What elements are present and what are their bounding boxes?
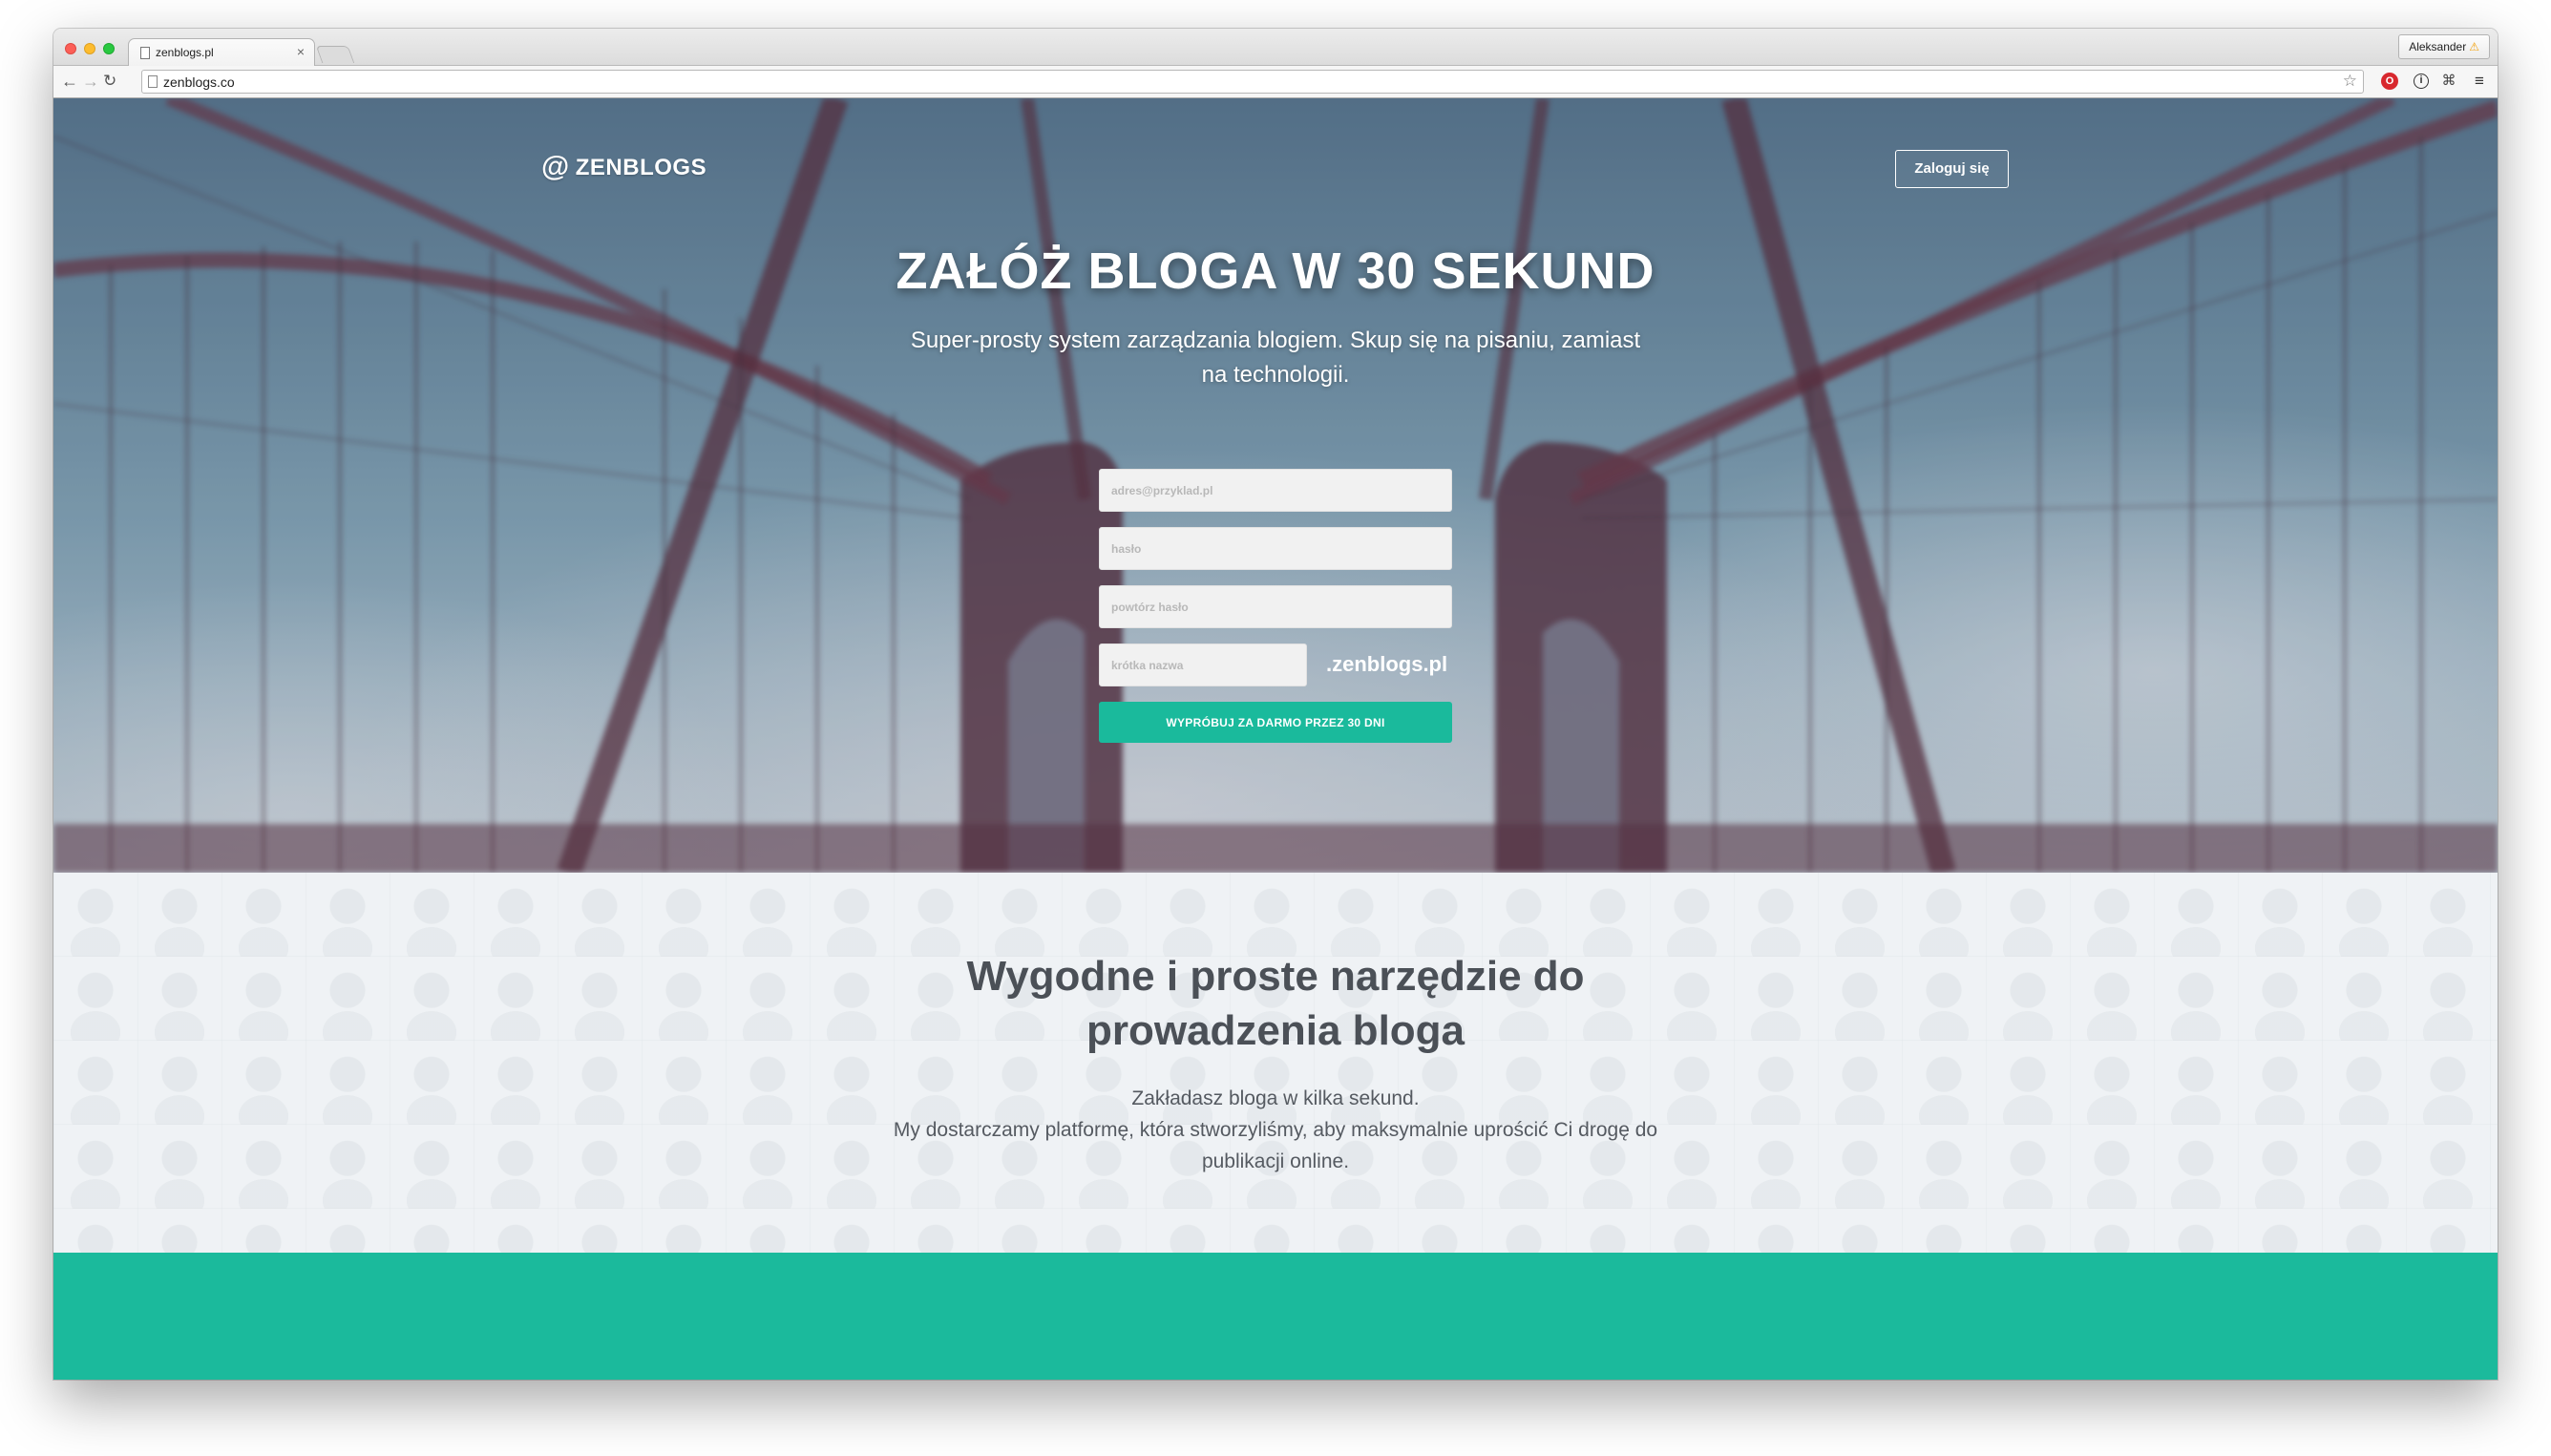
features-description: Zakładasz bloga w kilka sekund. My dosta… (865, 1083, 1686, 1177)
background-wash (53, 873, 2498, 1253)
warning-icon: ⚠ (2469, 40, 2479, 53)
repeat-password-input[interactable] (1099, 585, 1452, 628)
features-line-2: My dostarczamy platformę, która stworzyl… (893, 1119, 1658, 1172)
address-bar[interactable]: zenblogs.co ☆ (141, 70, 2364, 94)
info-extension-icon[interactable]: i (2414, 74, 2429, 89)
back-arrow-icon[interactable]: ← (61, 72, 78, 91)
evernote-extension-icon[interactable]: ⌘ (2440, 73, 2457, 90)
site-logo[interactable]: @ ZENBLOGS (541, 150, 706, 182)
minimize-window-button[interactable] (84, 43, 95, 54)
page-icon (148, 75, 158, 88)
tab-bar: zenblogs.pl × Aleksander ⚠ (53, 29, 2498, 67)
tab-close-icon[interactable]: × (297, 44, 305, 59)
browser-tab[interactable]: zenblogs.pl × (128, 38, 315, 67)
profile-button[interactable]: Aleksander ⚠ (2398, 34, 2490, 59)
hero-title: ZAŁÓŻ BLOGA W 30 SEKUND (896, 243, 1655, 300)
hero-subtitle: Super-prosty system zarządzania blogiem.… (910, 327, 1641, 388)
tab-title: zenblogs.pl (156, 46, 214, 59)
browser-toolbar: ← → ↻ zenblogs.co ☆ O i ⌘ ≡ (53, 66, 2498, 98)
features-title: Wygodne i proste narzędzie do prowadzeni… (966, 953, 1585, 1054)
domain-suffix: .zenblogs.pl (1326, 652, 1448, 676)
start-free-trial-button[interactable]: WYPRÓBUJ ZA DARMO PRZEZ 30 DNI (1099, 702, 1452, 743)
page-icon (140, 47, 150, 59)
opera-extension-icon[interactable]: O (2381, 73, 2398, 90)
green-footer-band (53, 1253, 2498, 1380)
password-input[interactable] (1099, 527, 1452, 570)
features-line-1: Zakładasz bloga w kilka sekund. (1131, 1087, 1420, 1109)
login-button[interactable]: Zaloguj się (1895, 150, 2009, 188)
url-text[interactable]: zenblogs.co (163, 74, 235, 90)
browser-window: zenblogs.pl × Aleksander ⚠ ← → ↻ zenblogs… (53, 29, 2498, 1380)
features-section: Wygodne i proste narzędzie do prowadzeni… (53, 873, 2498, 1253)
at-sign-icon: @ (541, 151, 570, 182)
hero-section: @ ZENBLOGS Zaloguj się ZAŁÓŻ BLOGA W 30 S… (53, 98, 2498, 873)
close-window-button[interactable] (65, 43, 76, 54)
reload-icon[interactable]: ↻ (103, 72, 116, 91)
zoom-window-button[interactable] (103, 43, 115, 54)
page-viewport: @ ZENBLOGS Zaloguj się ZAŁÓŻ BLOGA W 30 S… (53, 98, 2498, 1380)
menu-icon[interactable]: ≡ (2471, 73, 2488, 90)
blog-short-name-input[interactable] (1099, 644, 1307, 686)
email-input[interactable] (1099, 469, 1452, 512)
logo-text: ZENBLOGS (575, 155, 707, 180)
profile-name: Aleksander (2409, 40, 2467, 53)
forward-arrow-icon[interactable]: → (82, 72, 99, 91)
bookmark-star-icon[interactable]: ☆ (2343, 72, 2357, 91)
new-tab-button[interactable] (315, 46, 355, 63)
